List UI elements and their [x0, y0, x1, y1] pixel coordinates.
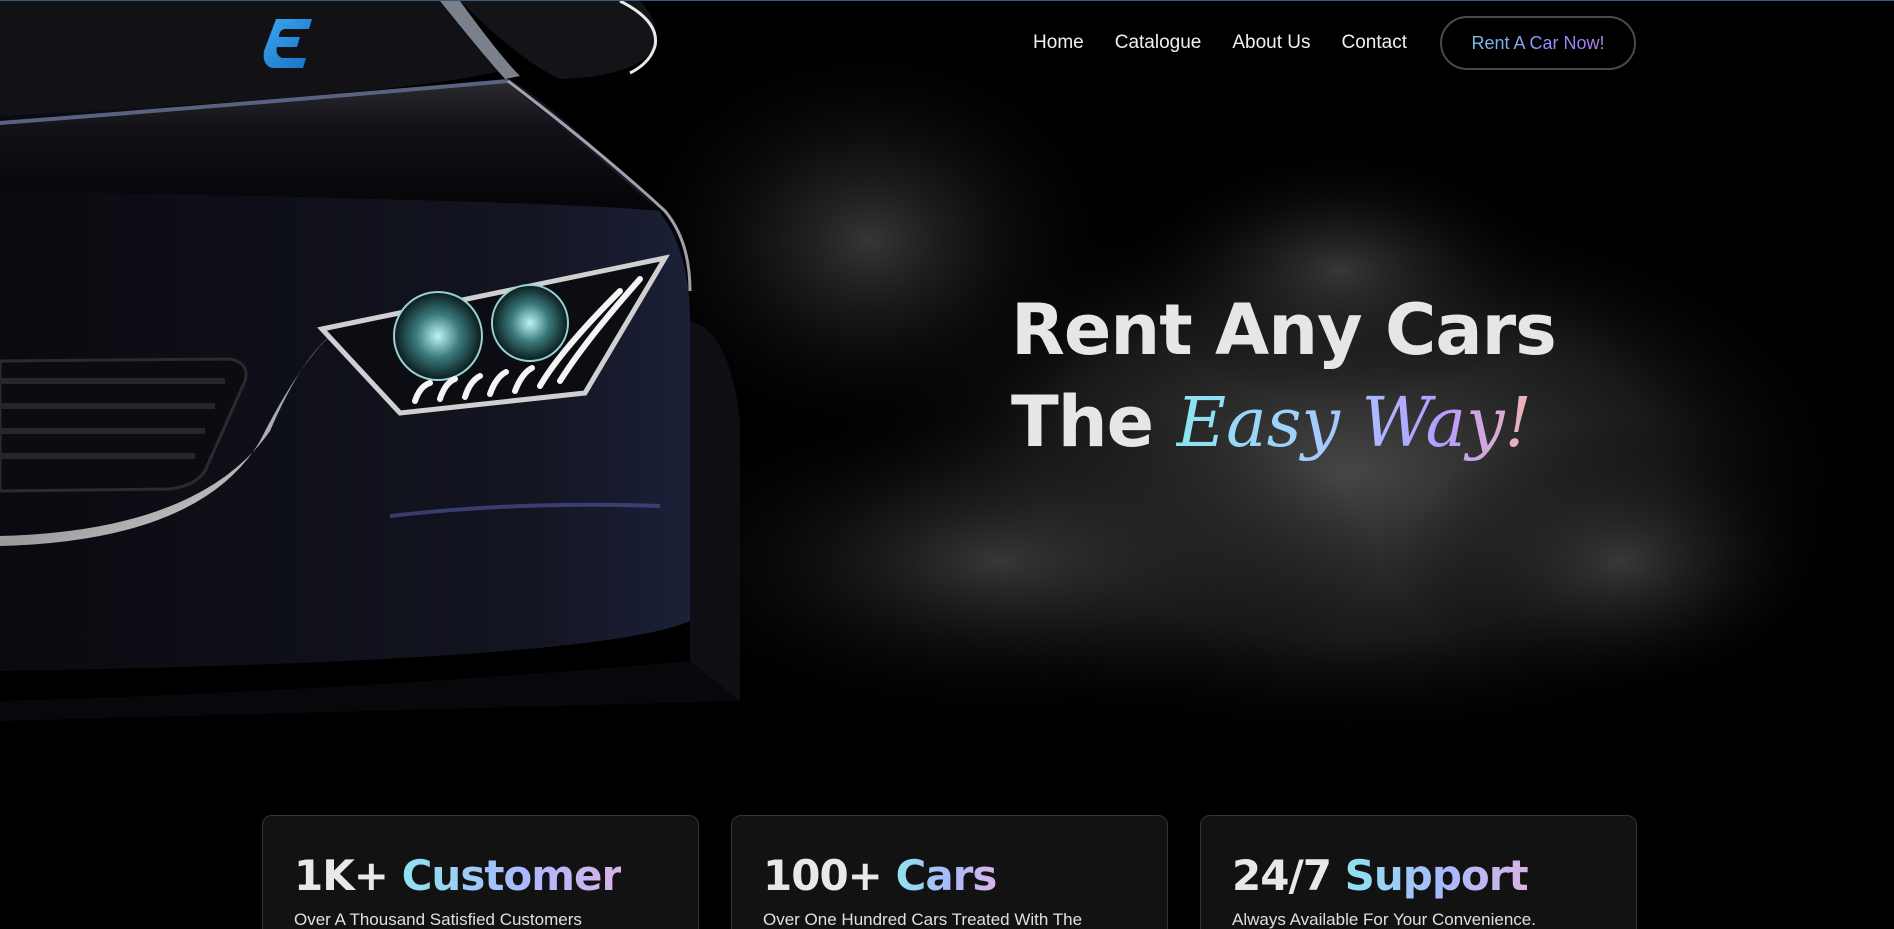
hero-car-image — [0, 1, 1870, 751]
hero-headline: Rent Any Cars The Easy Way! — [1011, 284, 1557, 470]
hero-accent-text: Easy Way! — [1176, 384, 1532, 463]
stat-description: Always Available For Your Convenience. — [1232, 910, 1536, 929]
nav-catalogue-link[interactable]: Catalogue — [1115, 32, 1202, 54]
stat-number: 24/7 — [1232, 851, 1332, 900]
stat-description: Over One Hundred Cars Treated With The — [763, 910, 1083, 929]
hero-line-2-prefix: The — [1011, 381, 1154, 463]
stat-card-customers: 1K+ Customer Over A Thousand Satisfied C… — [262, 815, 699, 929]
hero-line-1: Rent Any Cars — [1011, 289, 1557, 371]
nav-about-link[interactable]: About Us — [1232, 32, 1310, 54]
hero-line-2: The Easy Way! — [1011, 376, 1556, 470]
stat-description: Over A Thousand Satisfied Customers — [294, 910, 582, 929]
stat-number: 1K+ — [294, 851, 389, 900]
stat-number: 100+ — [763, 851, 883, 900]
brand-logo-icon[interactable] — [262, 17, 314, 69]
stat-title: 100+ Cars — [763, 852, 1136, 900]
page: Home Catalogue About Us Contact Rent A C… — [0, 0, 1894, 929]
stat-card-cars: 100+ Cars Over One Hundred Cars Treated … — [731, 815, 1168, 929]
rent-car-button[interactable]: Rent A Car Now! — [1440, 16, 1636, 70]
stat-title: 1K+ Customer — [294, 852, 667, 900]
stat-word: Support — [1344, 851, 1529, 900]
stat-word: Cars — [895, 851, 998, 900]
nav-contact-link[interactable]: Contact — [1342, 32, 1407, 54]
stat-card-support: 24/7 Support Always Available For Your C… — [1200, 815, 1637, 929]
stat-title: 24/7 Support — [1232, 852, 1605, 900]
nav-home-link[interactable]: Home — [1033, 32, 1084, 54]
stat-word: Customer — [401, 851, 623, 900]
stats-section: 1K+ Customer Over A Thousand Satisfied C… — [262, 815, 1637, 929]
main-nav: Home Catalogue About Us Contact Rent A C… — [1033, 16, 1636, 70]
